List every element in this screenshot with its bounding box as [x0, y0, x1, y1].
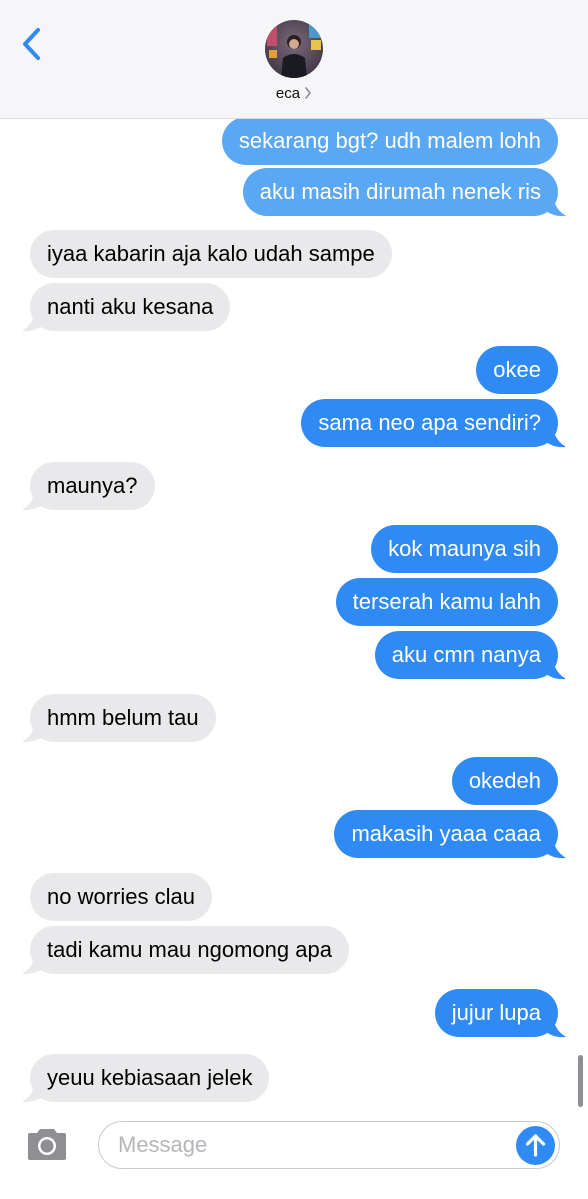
chevron-right-icon — [304, 86, 312, 104]
outgoing-message-bubble[interactable]: jujur lupa — [434, 989, 558, 1037]
incoming-message-bubble[interactable]: hmm belum tau — [30, 694, 216, 742]
incoming-message-bubble[interactable]: iyaa kabarin aja kalo udah sampe — [30, 230, 392, 278]
message-placeholder: Message — [118, 1132, 208, 1157]
bubble-tail — [546, 662, 566, 680]
bubble-tail — [546, 1020, 566, 1038]
contact-name: eca — [275, 85, 301, 102]
camera-button[interactable] — [24, 1127, 70, 1163]
bubble-tail — [22, 957, 42, 975]
back-button[interactable] — [18, 22, 48, 66]
incoming-message-bubble[interactable]: maunya? — [30, 462, 155, 510]
contact-avatar[interactable] — [265, 20, 323, 78]
outgoing-message-bubble[interactable]: sama neo apa sendiri? — [301, 399, 558, 447]
incoming-message-bubble[interactable]: no worries clau — [30, 873, 212, 921]
send-button[interactable] — [516, 1126, 555, 1165]
bubble-tail — [22, 493, 42, 511]
bubble-tail — [22, 1085, 42, 1103]
conversation-header: eca — [0, 0, 588, 119]
scrollbar-thumb[interactable] — [578, 1055, 583, 1107]
incoming-message-bubble[interactable]: nanti aku kesana — [30, 283, 231, 331]
composer-bar: Message — [0, 1112, 588, 1199]
outgoing-message-bubble[interactable]: okee — [476, 346, 558, 394]
outgoing-message-bubble[interactable]: makasih yaaa caaa — [334, 810, 558, 858]
outgoing-message-bubble[interactable]: sekarang bgt? udh malem lohh — [221, 119, 558, 165]
chevron-left-icon — [23, 28, 40, 60]
incoming-message-bubble[interactable]: tadi kamu mau ngomong apa — [30, 926, 349, 974]
avatar-photo — [265, 20, 323, 78]
outgoing-message-bubble[interactable]: kok maunya sih — [371, 525, 558, 573]
bubble-tail — [546, 430, 566, 448]
outgoing-message-bubble[interactable]: aku cmn nanya — [374, 631, 558, 679]
bubble-tail — [546, 199, 566, 217]
bubble-tail — [546, 841, 566, 859]
incoming-message-bubble[interactable]: yeuu kebiasaan jelek — [30, 1054, 270, 1102]
arrow-up-icon — [525, 1134, 546, 1157]
contact-name-button[interactable]: eca — [0, 85, 588, 104]
message-thread[interactable]: sekarang bgt? udh malem lohh aku masih di… — [0, 119, 588, 1120]
outgoing-message-bubble[interactable]: okedeh — [451, 757, 558, 805]
outgoing-message-bubble[interactable]: aku masih dirumah nenek ris — [242, 168, 558, 216]
bubble-tail — [22, 314, 42, 332]
message-input[interactable]: Message — [98, 1121, 560, 1169]
bubble-tail — [22, 725, 42, 743]
outgoing-message-bubble[interactable]: terserah kamu lahh — [335, 578, 558, 626]
camera-icon — [28, 1129, 66, 1160]
